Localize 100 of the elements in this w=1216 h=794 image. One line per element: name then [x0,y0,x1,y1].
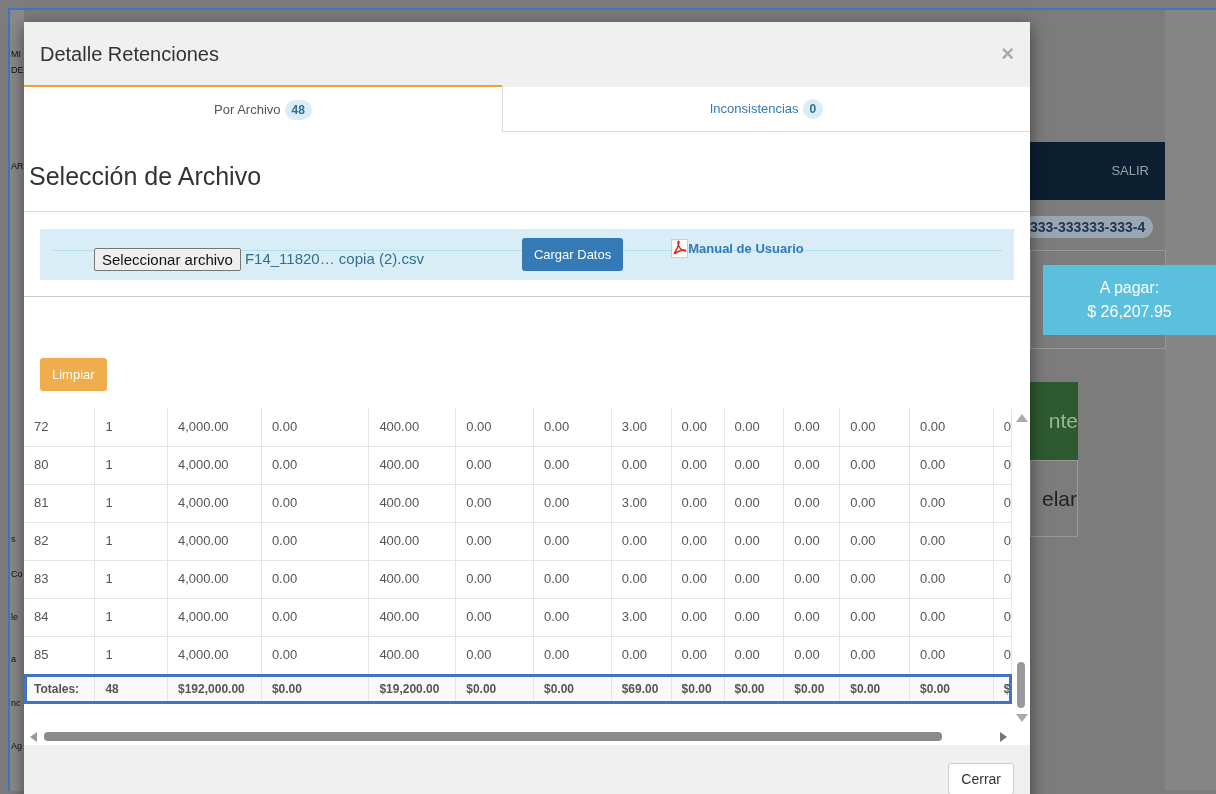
table-cell: 0 [1003,495,1011,511]
table-cell: $192,000.00 [178,682,245,697]
table-cell: 0.00 [850,495,876,511]
table-cell: 0.00 [794,419,820,434]
table-cell: 0.00 [681,419,707,434]
table-cell: Totales: [34,682,80,697]
table-cell: 0.00 [543,571,570,587]
table-cell: $0.00 [681,682,712,697]
table-cell: $19,200.00 [379,682,440,697]
table-cell: 0.00 [681,647,707,663]
file-name: F14_11820… copia (2).csv [244,249,424,270]
table-cell: 400.00 [379,495,420,511]
table-cell: 0.00 [271,609,298,625]
table-cell: 0.00 [466,419,492,434]
table-cell: 0.00 [621,647,647,663]
table-cell: 0.00 [794,609,820,625]
table-cell: 0.00 [271,533,298,549]
table-cell: 0.00 [271,419,298,434]
table-cell: 0.00 [920,571,946,587]
table-cell: 0.00 [920,457,946,473]
table-cell: 0.00 [271,647,298,663]
table-cell: 0.00 [734,457,760,473]
pdf-icon [671,239,689,258]
table-cell: 4,000.00 [178,571,229,587]
table-cell: 0.00 [850,571,876,587]
table-cell: 0.00 [466,571,492,587]
close-dialog-button[interactable]: Cerrar [948,763,1014,794]
table-cell: 4,000.00 [178,609,229,625]
table-cell: 0.00 [850,647,876,663]
load-data-button[interactable]: Cargar Datos [521,238,624,271]
table-cell: 1 [105,609,113,625]
tab[interactable]: Inconsistencias 0 [502,85,1030,132]
page-text: AR [11,162,24,171]
table-cell: 0.00 [920,609,946,625]
table-cell: 0.00 [850,533,876,549]
table-cell: 0.00 [621,571,647,587]
table-cell: 0.00 [466,609,492,625]
table-cell: 0.00 [271,571,298,587]
table-cell: $0.00 [543,682,574,697]
logout-link[interactable]: SALIR [1111,161,1149,181]
table-cell: 0.00 [920,533,946,549]
table-cell: 0.00 [543,609,570,625]
table-cell: 0 [1003,609,1011,625]
table-cell: 0 [1003,571,1011,587]
table-cell: 0.00 [271,495,298,511]
submit-button[interactable]: nte [1030,382,1078,460]
table-cell: $0.00 [794,682,825,697]
table-cell: 1 [105,495,113,511]
table-cell: 81 [34,495,49,511]
table-cell: 0.00 [920,495,946,511]
page-text: Co [11,570,23,579]
table-cell: 0 [1003,457,1011,473]
table-cell: 4,000.00 [178,495,229,511]
table-cell: 72 [34,419,49,434]
table-cell: 0.00 [850,457,876,473]
table-cell: 4,000.00 [178,533,229,549]
table-cell: 0.00 [466,457,492,473]
page-text: a [11,655,16,664]
table-cell: 1 [105,571,113,587]
table-cell: 0.00 [543,457,570,473]
table-cell: 0 [1003,419,1011,434]
table-cell: $0.00 [734,682,765,697]
table-cell: 0.00 [794,571,820,587]
table-cell: 0.00 [543,495,570,511]
table-cell: 400.00 [379,609,420,625]
page-text: MI [11,50,21,59]
table-cell: 83 [34,571,49,587]
table-cell: 0.00 [681,609,707,625]
table-cell: 0.00 [681,571,707,587]
table-cell: 0.00 [271,457,298,473]
cancel-button[interactable]: elar [1030,460,1078,537]
modal-title: Detalle Retenciones [40,41,219,67]
table-cell: 0.00 [920,419,946,434]
table-cell: 1 [105,457,113,473]
user-manual-link[interactable]: Manual de Usuario [688,238,804,259]
table-cell: 84 [34,609,49,625]
page-text: s [11,535,16,544]
page-text: DE [11,66,24,75]
table-cell: 400.00 [379,571,420,587]
table-cell: 400.00 [379,457,420,473]
table-cell: 0.00 [543,419,570,434]
table-cell: $0.00 [920,682,951,697]
table-cell: $0.00 [466,682,497,697]
table-cell: 0 [1003,533,1011,549]
table-cell: 0.00 [734,571,760,587]
table-cell: 4,000.00 [178,457,229,473]
table-cell: 0.00 [734,495,760,511]
table-cell: 0.00 [466,495,492,511]
table-cell: 0.00 [850,609,876,625]
table-cell: 0 [1003,647,1011,663]
table-cell: 4,000.00 [178,419,229,434]
page-text: nc [11,699,21,708]
table-cell: 0.00 [734,533,760,549]
table-cell: 0.00 [681,457,707,473]
table-cell: 400.00 [379,647,420,663]
file-select-button[interactable]: Seleccionar archivo [94,248,241,271]
table-cell: 0.00 [850,419,876,434]
section-title: Selección de Archivo [29,162,262,190]
table-cell: $69.00 [621,682,659,697]
page-text: le [11,613,18,622]
